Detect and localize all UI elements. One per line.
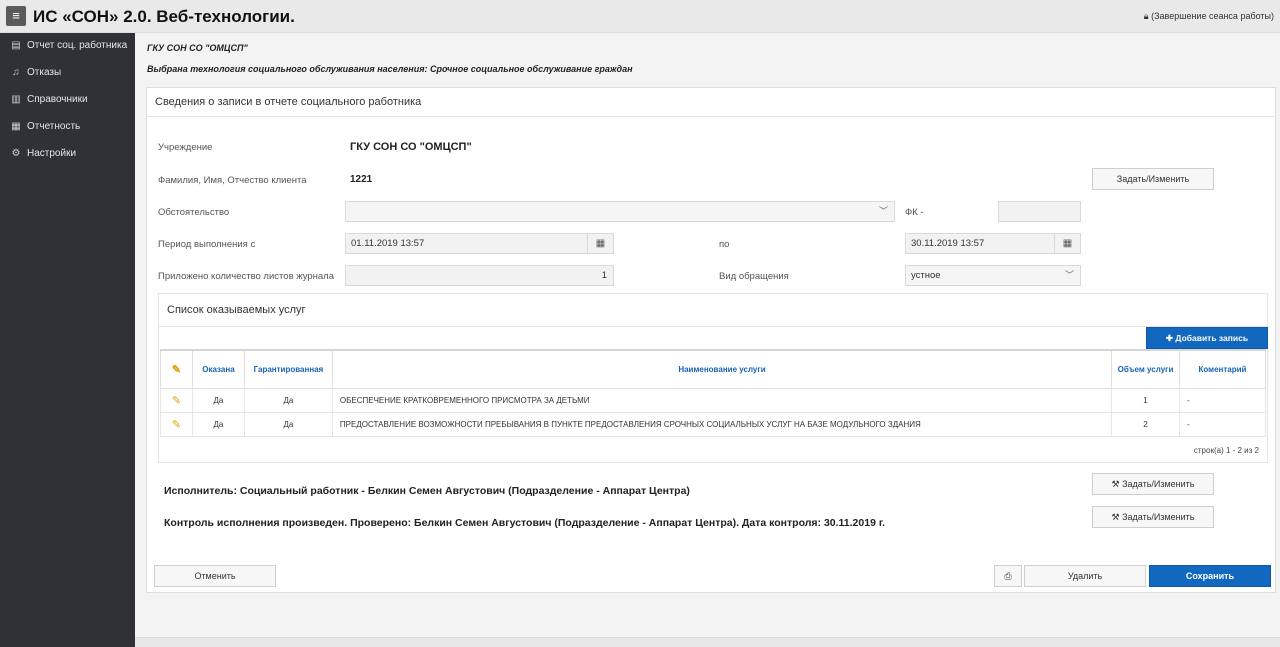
sidebar-item-reporting[interactable]: ▦ Отчетность <box>0 114 135 140</box>
sidebar-item-label: Отчет соц. работника <box>27 40 128 51</box>
column-header-guaranteed[interactable]: Гарантированная <box>243 349 333 389</box>
delete-button[interactable]: Удалить <box>1024 565 1146 587</box>
sidebar-item-label: Отчетность <box>27 121 81 132</box>
client-value: 1221 <box>350 174 373 185</box>
cell-provided: Да <box>191 387 245 413</box>
cell-guaranteed: Да <box>243 411 333 437</box>
cell-volume: 1 <box>1111 387 1180 413</box>
chevron-down-icon: ﹀ <box>1064 270 1074 280</box>
record-panel: Сведения о записи в отчете социального р… <box>146 87 1276 593</box>
sheets-label: Приложено количество листов журнала <box>158 271 334 282</box>
pencil-icon[interactable]: ✎ <box>172 395 181 407</box>
add-record-label: Добавить запись <box>1175 333 1249 343</box>
address-card-icon: ▤ <box>11 40 21 51</box>
row-edit-cell[interactable]: ✎ <box>160 411 193 437</box>
sidebar-item-label: Настройки <box>27 148 77 159</box>
chevron-down-icon: ﹀ <box>878 206 888 216</box>
pager-info: строк(а) 1 - 2 из 2 <box>1193 446 1259 455</box>
circumstance-label: Обстоятельство <box>158 207 230 218</box>
executor-edit-label: Задать/Изменить <box>1122 479 1195 489</box>
top-bar: ≡ ИС «СОН» 2.0. Веб-технологии. 🔒︎ (Заве… <box>0 0 1280 33</box>
period-from-value: 01.11.2019 13:57 <box>351 238 425 249</box>
period-to-input[interactable]: 30.11.2019 13:57 ▦ <box>905 233 1081 254</box>
sidebar: ▤ Отчет соц. работника ♫ Отказы ▥ Справочни… <box>0 33 135 647</box>
pencil-icon[interactable]: ✎ <box>172 419 181 431</box>
client-label: Фамилия, Имя, Отчество клиента <box>158 175 307 186</box>
period-to-value: 30.11.2019 13:57 <box>911 238 985 249</box>
appeal-label: Вид обращения <box>719 271 789 282</box>
table-icon: ▦ <box>11 121 21 132</box>
row-edit-cell[interactable]: ✎ <box>160 387 193 413</box>
sheets-input[interactable]: 1 <box>345 265 614 286</box>
logout-label: (Завершение сеанса работы) <box>1151 11 1274 21</box>
executor-text: Исполнитель: Социальный работник - Белки… <box>164 485 690 497</box>
panel-title: Сведения о записи в отчете социального р… <box>147 88 1275 117</box>
sidebar-item-refusals[interactable]: ♫ Отказы <box>0 60 135 86</box>
executor-edit-button[interactable]: ⚒ Задать/Изменить <box>1092 473 1214 495</box>
lock-icon: 🔒︎ <box>1143 11 1149 21</box>
services-panel: Список оказываемых услуг ✚ Добавить запи… <box>158 293 1268 463</box>
cell-comment: - <box>1179 387 1266 413</box>
sidebar-item-settings[interactable]: ⚙ Настройки <box>0 141 135 167</box>
footer-strip <box>135 637 1280 647</box>
control-edit-button[interactable]: ⚒ Задать/Изменить <box>1092 506 1214 528</box>
control-edit-label: Задать/Изменить <box>1122 512 1195 522</box>
table-row[interactable]: ✎ Да Да ОБЕСПЕЧЕНИЕ КРАТКОВРЕМЕННОГО ПРИ… <box>160 387 1266 413</box>
fk-label: ФК - <box>905 207 924 218</box>
sidebar-item-report[interactable]: ▤ Отчет соц. работника <box>0 33 135 59</box>
cell-comment: - <box>1179 411 1266 437</box>
column-header-name[interactable]: Наименование услуги <box>331 349 1113 389</box>
column-header-provided[interactable]: Оказана <box>191 349 245 389</box>
cell-provided: Да <box>191 411 245 437</box>
cell-guaranteed: Да <box>243 387 333 413</box>
gavel-icon: ⚒ <box>1111 512 1120 522</box>
pencil-icon: ✎ <box>171 363 182 376</box>
appeal-value: устное <box>911 270 941 281</box>
column-header-volume[interactable]: Объем услуги <box>1111 349 1180 389</box>
plus-icon: ✚ <box>1165 333 1174 343</box>
org-name: ГКУ СОН СО "ОМЦСП" <box>147 43 248 53</box>
control-text: Контроль исполнения произведен. Проверен… <box>164 517 886 529</box>
sidebar-item-label: Отказы <box>27 67 62 78</box>
save-button[interactable]: Сохранить <box>1149 565 1271 587</box>
cell-service-name: ПРЕДОСТАВЛЕНИЕ ВОЗМОЖНОСТИ ПРЕБЫВАНИЯ В … <box>331 411 1113 437</box>
add-record-button[interactable]: ✚ Добавить запись <box>1146 327 1268 349</box>
cell-volume: 2 <box>1111 411 1180 437</box>
gavel-icon: ⚒ <box>1111 479 1120 489</box>
client-edit-button[interactable]: Задать/Изменить <box>1092 168 1214 190</box>
print-icon: ⎙ <box>1004 571 1012 581</box>
calendar-icon[interactable]: ▦ <box>1054 234 1080 253</box>
sidebar-item-label: Справочники <box>27 94 88 105</box>
calendar-icon[interactable]: ▦ <box>587 234 613 253</box>
period-to-label: по <box>719 239 730 250</box>
cell-service-name: ОБЕСПЕЧЕНИЕ КРАТКОВРЕМЕННОГО ПРИСМОТРА З… <box>331 387 1113 413</box>
cancel-button[interactable]: Отменить <box>154 565 276 587</box>
sidebar-item-directories[interactable]: ▥ Справочники <box>0 87 135 113</box>
period-label: Период выполнения с <box>158 239 256 250</box>
institution-label: Учреждение <box>158 142 213 153</box>
book-icon: ▥ <box>11 94 21 105</box>
technology-line: Выбрана технология социального обслужива… <box>147 64 633 74</box>
table-header-row: ✎ Оказана Гарантированная Наименование у… <box>160 349 1266 389</box>
appeal-select[interactable]: устное ﹀ <box>905 265 1081 286</box>
edit-column-header: ✎ <box>160 349 193 389</box>
fk-input[interactable] <box>998 201 1081 222</box>
main-content: ГКУ СОН СО "ОМЦСП" Выбрана технология со… <box>135 33 1280 637</box>
column-header-comment[interactable]: Коментарий <box>1179 349 1266 389</box>
print-button[interactable]: ⎙ <box>994 565 1022 587</box>
institution-value: ГКУ СОН СО "ОМЦСП" <box>350 141 472 153</box>
circumstance-select[interactable]: ﹀ <box>345 201 895 222</box>
services-table: ✎ Оказана Гарантированная Наименование у… <box>160 349 1266 437</box>
period-from-input[interactable]: 01.11.2019 13:57 ▦ <box>345 233 614 254</box>
gears-icon: ⚙ <box>11 148 21 159</box>
bell-icon: ♫ <box>12 67 20 78</box>
hamburger-menu-icon[interactable]: ≡ <box>6 6 26 26</box>
services-title: Список оказываемых услуг <box>159 294 1267 327</box>
app-title: ИС «СОН» 2.0. Веб-технологии. <box>33 7 295 26</box>
logout-link[interactable]: 🔒︎ (Завершение сеанса работы) <box>1144 11 1274 22</box>
table-row[interactable]: ✎ Да Да ПРЕДОСТАВЛЕНИЕ ВОЗМОЖНОСТИ ПРЕБЫ… <box>160 411 1266 437</box>
